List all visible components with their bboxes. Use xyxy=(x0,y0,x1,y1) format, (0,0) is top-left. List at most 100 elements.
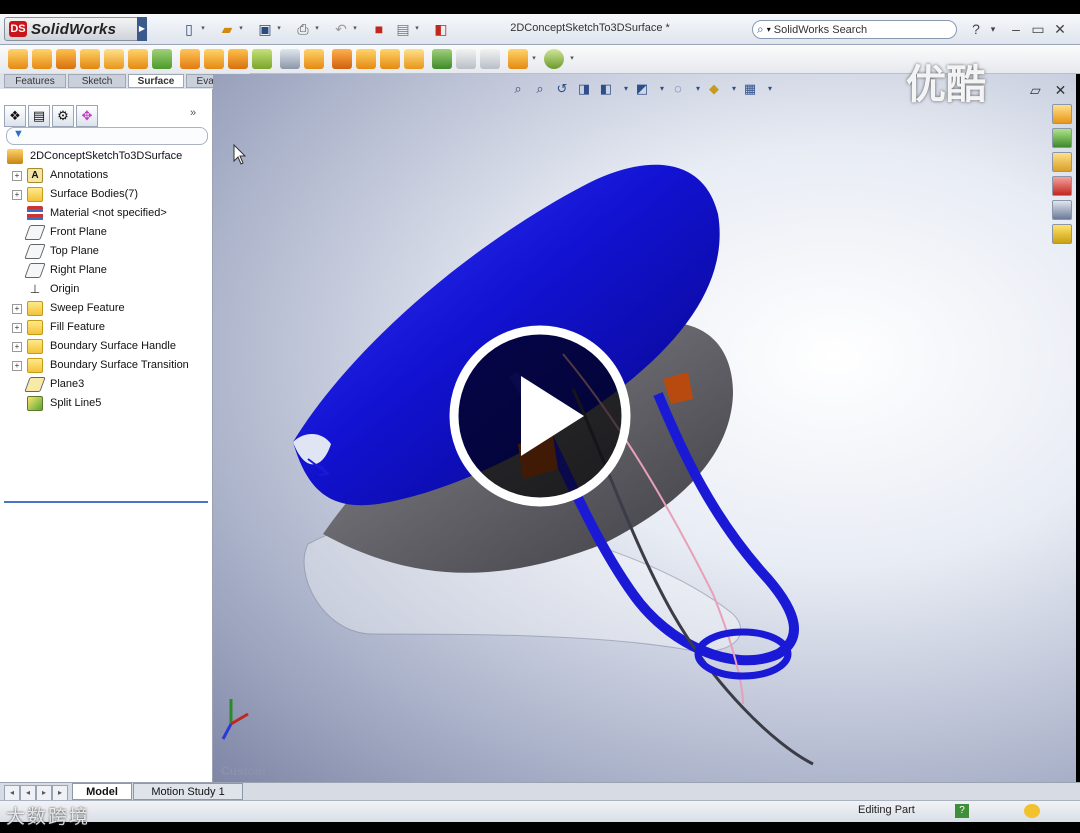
radiate-surface-icon[interactable] xyxy=(204,49,224,69)
replace-face-icon[interactable] xyxy=(432,49,452,69)
undo-icon[interactable]: ↶ xyxy=(332,20,350,38)
swept-surface-icon[interactable] xyxy=(56,49,76,69)
tree-item-sweep-feature[interactable]: + Sweep Feature xyxy=(0,299,210,318)
dimxpert-manager-tab-icon[interactable]: ✥ xyxy=(76,105,98,127)
expand-icon[interactable]: + xyxy=(12,171,22,181)
view-palette-icon[interactable] xyxy=(1052,200,1072,220)
material-icon xyxy=(27,206,43,221)
undo-dropdown-icon[interactable]: ▾ xyxy=(351,20,359,38)
expand-icon[interactable]: + xyxy=(12,190,22,200)
expand-icon[interactable]: + xyxy=(12,342,22,352)
configuration-manager-tab-icon[interactable]: ⚙ xyxy=(52,105,74,127)
file-properties-icon[interactable]: ▤ xyxy=(394,20,412,38)
tree-item-annotations[interactable]: + A Annotations xyxy=(0,166,210,185)
surface-flatten-icon[interactable] xyxy=(456,49,476,69)
split-line-icon xyxy=(27,396,43,411)
search-icon: ⌕ xyxy=(757,22,764,36)
ruled-surface-icon[interactable] xyxy=(228,49,248,69)
save-dropdown-icon[interactable]: ▾ xyxy=(275,20,283,38)
expand-icon[interactable]: + xyxy=(12,361,22,371)
minimize-icon[interactable]: – xyxy=(1008,21,1024,37)
thicken-icon[interactable] xyxy=(304,49,324,69)
save-icon[interactable]: ▣ xyxy=(256,20,274,38)
feature-manager-tab-icon[interactable]: ❖ xyxy=(4,105,26,127)
extend-surface-icon[interactable] xyxy=(356,49,376,69)
print-icon[interactable]: ⎙ xyxy=(294,20,312,38)
open-dropdown-icon[interactable]: ▾ xyxy=(237,20,245,38)
boundary-surface-icon[interactable] xyxy=(104,49,124,69)
appearances-scenes-icon[interactable] xyxy=(1052,224,1072,244)
quick-tips-icon[interactable]: ? xyxy=(955,804,969,818)
tree-item-label: Origin xyxy=(50,283,80,295)
search-dropdown-icon[interactable]: ▾ xyxy=(767,25,771,34)
menu-expand-arrow-icon[interactable]: ▶ xyxy=(137,17,147,41)
cut-dropdown-icon[interactable]: ▾ xyxy=(530,50,538,68)
tab-sketch[interactable]: Sketch xyxy=(68,74,126,88)
revolved-surface-icon[interactable] xyxy=(32,49,52,69)
untrim-surface-icon[interactable] xyxy=(380,49,400,69)
knit-surface-icon[interactable] xyxy=(280,49,300,69)
last-tab-icon[interactable]: ▸ xyxy=(52,785,68,801)
extruded-surface-icon[interactable] xyxy=(8,49,28,69)
mid-surface-icon[interactable] xyxy=(480,49,500,69)
tree-item-split-line5[interactable]: Split Line5 xyxy=(0,394,210,413)
tree-item-origin[interactable]: ⊥ Origin xyxy=(0,280,210,299)
expand-icon[interactable]: + xyxy=(12,304,22,314)
tab-model[interactable]: Model xyxy=(72,783,132,800)
search-task-icon[interactable] xyxy=(1052,176,1072,196)
open-folder-icon[interactable]: ▰ xyxy=(218,20,236,38)
prev-tab-icon[interactable]: ◂ xyxy=(20,785,36,801)
tree-item-boundary-surface-handle[interactable]: + Boundary Surface Handle xyxy=(0,337,210,356)
tree-item-front-plane[interactable]: Front Plane xyxy=(0,223,210,242)
design-library-icon[interactable] xyxy=(1052,128,1072,148)
cut-with-surface-icon[interactable] xyxy=(508,49,528,69)
filled-surface-icon[interactable] xyxy=(128,49,148,69)
lofted-surface-icon[interactable] xyxy=(80,49,100,69)
help-dropdown-icon[interactable]: ▾ xyxy=(985,21,1001,37)
video-play-button[interactable] xyxy=(448,324,632,508)
tree-item-plane3[interactable]: Plane3 xyxy=(0,375,210,394)
tree-item-surface-bodies[interactable]: + Surface Bodies(7) xyxy=(0,185,210,204)
first-tab-icon[interactable]: ◂ xyxy=(4,785,20,801)
tab-surface[interactable]: Surface xyxy=(128,74,184,88)
solidworks-resources-icon[interactable] xyxy=(1052,104,1072,124)
property-manager-tab-icon[interactable]: ▤ xyxy=(28,105,50,127)
tab-motion-study[interactable]: Motion Study 1 xyxy=(133,783,243,800)
tree-root[interactable]: 2DConceptSketchTo3DSurface xyxy=(0,147,210,166)
restore-icon[interactable]: ▭ xyxy=(1030,21,1046,37)
next-tab-icon[interactable]: ▸ xyxy=(36,785,52,801)
expand-icon[interactable]: + xyxy=(12,323,22,333)
tree-item-material[interactable]: Material <not specified> xyxy=(0,204,210,223)
help-button[interactable]: ? xyxy=(968,21,984,37)
new-dropdown-icon[interactable]: ▾ xyxy=(199,20,207,38)
properties-dropdown-icon[interactable]: ▾ xyxy=(413,20,421,38)
offset-surface-icon[interactable] xyxy=(180,49,200,69)
rebuild-icon[interactable]: ■ xyxy=(370,20,388,38)
tree-item-top-plane[interactable]: Top Plane xyxy=(0,242,210,261)
graphics-area[interactable]: ⌕ ⌕ ↺ ◨ ◧ ▾ ◩ ▾ ◌ ▾ ◆ ▾ ▦ ▾ Custom xyxy=(213,74,1076,782)
options-icon[interactable]: ◧ xyxy=(432,20,450,38)
feature-filter-input[interactable]: ▼ xyxy=(6,127,208,145)
file-explorer-icon[interactable] xyxy=(1052,152,1072,172)
delete-face-icon[interactable] xyxy=(404,49,424,69)
tree-item-boundary-surface-transition[interactable]: + Boundary Surface Transition xyxy=(0,356,210,375)
close-icon[interactable]: ✕ xyxy=(1052,21,1068,37)
new-document-icon[interactable]: ▯ xyxy=(180,20,198,38)
tree-item-fill-feature[interactable]: + Fill Feature xyxy=(0,318,210,337)
curves-icon[interactable] xyxy=(544,49,564,69)
print-dropdown-icon[interactable]: ▾ xyxy=(313,20,321,38)
tab-features[interactable]: Features xyxy=(4,74,66,88)
rebuild-status-icon[interactable] xyxy=(1024,804,1040,818)
curves-dropdown-icon[interactable]: ▾ xyxy=(568,50,576,68)
trim-surface-icon[interactable] xyxy=(332,49,352,69)
viewport-close-icon[interactable]: ✕ xyxy=(1055,82,1067,98)
app-logo[interactable]: DS SolidWorks xyxy=(4,17,144,41)
planar-surface-icon[interactable] xyxy=(152,49,172,69)
search-box[interactable]: ⌕ ▾ SolidWorks Search xyxy=(752,20,957,39)
fillet-icon[interactable] xyxy=(252,49,272,69)
tree-item-right-plane[interactable]: Right Plane xyxy=(0,261,210,280)
expand-panel-icon[interactable]: » xyxy=(190,107,196,119)
model-render[interactable] xyxy=(213,74,1076,782)
rollback-bar[interactable] xyxy=(4,501,208,503)
viewport-restore-icon[interactable]: ▱ xyxy=(1030,82,1041,98)
